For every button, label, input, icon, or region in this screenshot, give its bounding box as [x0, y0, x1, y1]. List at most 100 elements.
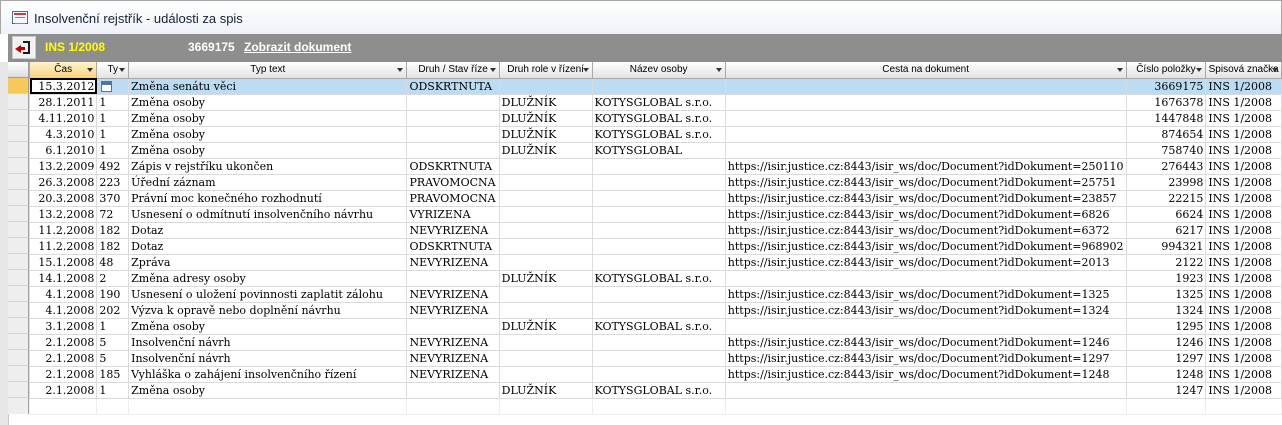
cell-document-path[interactable]: [724, 381, 1127, 399]
cell-file-mark[interactable]: INS 1/2008: [1205, 93, 1282, 111]
column-header-role[interactable]: Druh role v řízení: [498, 62, 593, 79]
table-row[interactable]: 4.11.2010 1 Změna osoby DLUŽNÍK KOTYSGLOBAL …: [28, 109, 1282, 127]
cell-document-path[interactable]: https://isir.justice.cz:8443/isir_ws/doc…: [724, 221, 1127, 239]
cell-file-mark[interactable]: INS 1/2008: [1205, 301, 1282, 319]
cell-time[interactable]: 4.1.2008: [28, 285, 98, 303]
dropdown-arrow-icon[interactable]: [1196, 68, 1203, 72]
cell-item-number[interactable]: 1297: [1125, 349, 1207, 367]
cell-document-path[interactable]: https://isir.justice.cz:8443/isir_ws/doc…: [724, 333, 1127, 351]
column-header-document-path[interactable]: Cesta na dokument: [724, 62, 1127, 79]
cell-status[interactable]: NEVYRIZENA: [406, 253, 500, 271]
cell-time[interactable]: 11.2.2008: [28, 221, 98, 239]
cell-type[interactable]: [96, 77, 130, 95]
cell-type[interactable]: 1: [96, 125, 130, 143]
cell-person-name[interactable]: [591, 221, 726, 239]
cell-type-text[interactable]: Změna senátu věci: [128, 77, 408, 95]
cell-person-name[interactable]: [591, 253, 726, 271]
cell-status[interactable]: [406, 317, 500, 335]
cell-file-mark[interactable]: INS 1/2008: [1205, 205, 1282, 223]
table-row[interactable]: 15.1.2008 48 Zpráva NEVYRIZENA https://isir.…: [28, 253, 1282, 271]
cell-type[interactable]: 182: [96, 221, 130, 239]
new-record-row[interactable]: [28, 397, 1282, 415]
cell-type[interactable]: 2: [96, 269, 130, 287]
table-row[interactable]: 15.3.2012 Změna senátu věci ODSKRTNUTA 3669…: [28, 77, 1282, 95]
cell-item-number[interactable]: 1246: [1125, 333, 1207, 351]
record-selector[interactable]: [8, 222, 29, 238]
cell-status[interactable]: NEVYRIZENA: [406, 365, 500, 383]
cell-item-number[interactable]: 1447848: [1125, 109, 1207, 127]
cell-document-path[interactable]: [724, 77, 1127, 95]
cell-item-number[interactable]: 1325: [1125, 285, 1207, 303]
column-header-file-mark[interactable]: Spisová značka: [1205, 62, 1282, 79]
cell-role[interactable]: [498, 173, 593, 191]
cell-type-text[interactable]: Změna adresy osoby: [128, 269, 408, 287]
cell-time[interactable]: 13.2.2009: [28, 157, 98, 175]
cell-status[interactable]: ODSKRTNUTA: [406, 157, 500, 175]
cell-item-number[interactable]: 758740: [1125, 141, 1207, 159]
table-row[interactable]: 2.1.2008 5 Insolvenční návrh NEVYRIZENA http…: [28, 333, 1282, 351]
dropdown-arrow-icon[interactable]: [397, 68, 404, 72]
cell-file-mark[interactable]: INS 1/2008: [1205, 365, 1282, 383]
dropdown-arrow-icon[interactable]: [119, 68, 126, 72]
cell-type-text[interactable]: Úřední záznam: [128, 173, 408, 191]
record-selector[interactable]: [8, 126, 29, 142]
cell-time[interactable]: 13.2.2008: [28, 205, 98, 223]
cell-person-name[interactable]: [591, 173, 726, 191]
cell-document-path[interactable]: https://isir.justice.cz:8443/isir_ws/doc…: [724, 253, 1127, 271]
cell-document-path[interactable]: https://isir.justice.cz:8443/isir_ws/doc…: [724, 157, 1127, 175]
cell-role[interactable]: [498, 349, 593, 367]
cell-role[interactable]: [498, 237, 593, 255]
cell-document-path[interactable]: [724, 141, 1127, 159]
cell-type[interactable]: 1: [96, 109, 130, 127]
cell-time[interactable]: 4.1.2008: [28, 301, 98, 319]
cell-item-number[interactable]: 1676378: [1125, 93, 1207, 111]
cell-time[interactable]: 3.1.2008: [28, 317, 98, 335]
record-selector[interactable]: [8, 318, 29, 334]
table-row[interactable]: 3.1.2008 1 Změna osoby DLUŽNÍK KOTYSGLOBAL s…: [28, 317, 1282, 335]
table-row[interactable]: 11.2.2008 182 Dotaz NEVYRIZENA https://isir.…: [28, 221, 1282, 239]
cell-person-name[interactable]: [591, 205, 726, 223]
cell-person-name[interactable]: KOTYSGLOBAL s.r.o.: [591, 125, 726, 143]
cell-person-name[interactable]: [591, 157, 726, 175]
sort-desc-dropdown-icon[interactable]: [87, 68, 94, 72]
cell-role[interactable]: [498, 189, 593, 207]
cell-status[interactable]: NEVYRIZENA: [406, 301, 500, 319]
new-record-cell[interactable]: [96, 397, 130, 415]
select-all-button[interactable]: [8, 62, 29, 78]
table-row[interactable]: 4.1.2008 190 Usnesení o uložení povinnosti…: [28, 285, 1282, 303]
dropdown-arrow-icon[interactable]: [715, 68, 722, 72]
cell-type-text[interactable]: Změna osoby: [128, 381, 408, 399]
new-record-cell[interactable]: [1205, 397, 1282, 415]
cell-item-number[interactable]: 2122: [1125, 253, 1207, 271]
cell-status[interactable]: [406, 141, 500, 159]
cell-type[interactable]: 48: [96, 253, 130, 271]
dropdown-arrow-icon[interactable]: [1116, 68, 1123, 72]
cell-time[interactable]: 14.1.2008: [28, 269, 98, 287]
record-selector[interactable]: [8, 78, 29, 94]
cell-file-mark[interactable]: INS 1/2008: [1205, 173, 1282, 191]
cell-role[interactable]: DLUŽNÍK: [498, 141, 593, 159]
cell-person-name[interactable]: KOTYSGLOBAL s.r.o.: [591, 269, 726, 287]
record-selector[interactable]: [8, 286, 29, 302]
cell-role[interactable]: DLUŽNÍK: [498, 317, 593, 335]
exit-button[interactable]: [12, 36, 36, 59]
cell-type-text[interactable]: Zpráva: [128, 253, 408, 271]
table-row[interactable]: 26.3.2008 223 Úřední záznam PRAVOMOCNA https…: [28, 173, 1282, 191]
record-selector[interactable]: [8, 142, 29, 158]
cell-status[interactable]: NEVYRIZENA: [406, 349, 500, 367]
cell-role[interactable]: DLUŽNÍK: [498, 109, 593, 127]
cell-type[interactable]: 492: [96, 157, 130, 175]
cell-file-mark[interactable]: INS 1/2008: [1205, 189, 1282, 207]
cell-item-number[interactable]: 1295: [1125, 317, 1207, 335]
cell-item-number[interactable]: 276443: [1125, 157, 1207, 175]
cell-time[interactable]: 4.11.2010: [28, 109, 98, 127]
cell-type-text[interactable]: Výzva k opravě nebo doplnění návrhu: [128, 301, 408, 319]
cell-item-number[interactable]: 22215: [1125, 189, 1207, 207]
cell-document-path[interactable]: [724, 109, 1127, 127]
record-selector[interactable]: [8, 94, 29, 110]
cell-person-name[interactable]: KOTYSGLOBAL s.r.o.: [591, 109, 726, 127]
cell-type[interactable]: 1: [96, 141, 130, 159]
cell-time[interactable]: 28.1.2011: [28, 93, 98, 111]
cell-status[interactable]: NEVYRIZENA: [406, 285, 500, 303]
cell-type[interactable]: 182: [96, 237, 130, 255]
